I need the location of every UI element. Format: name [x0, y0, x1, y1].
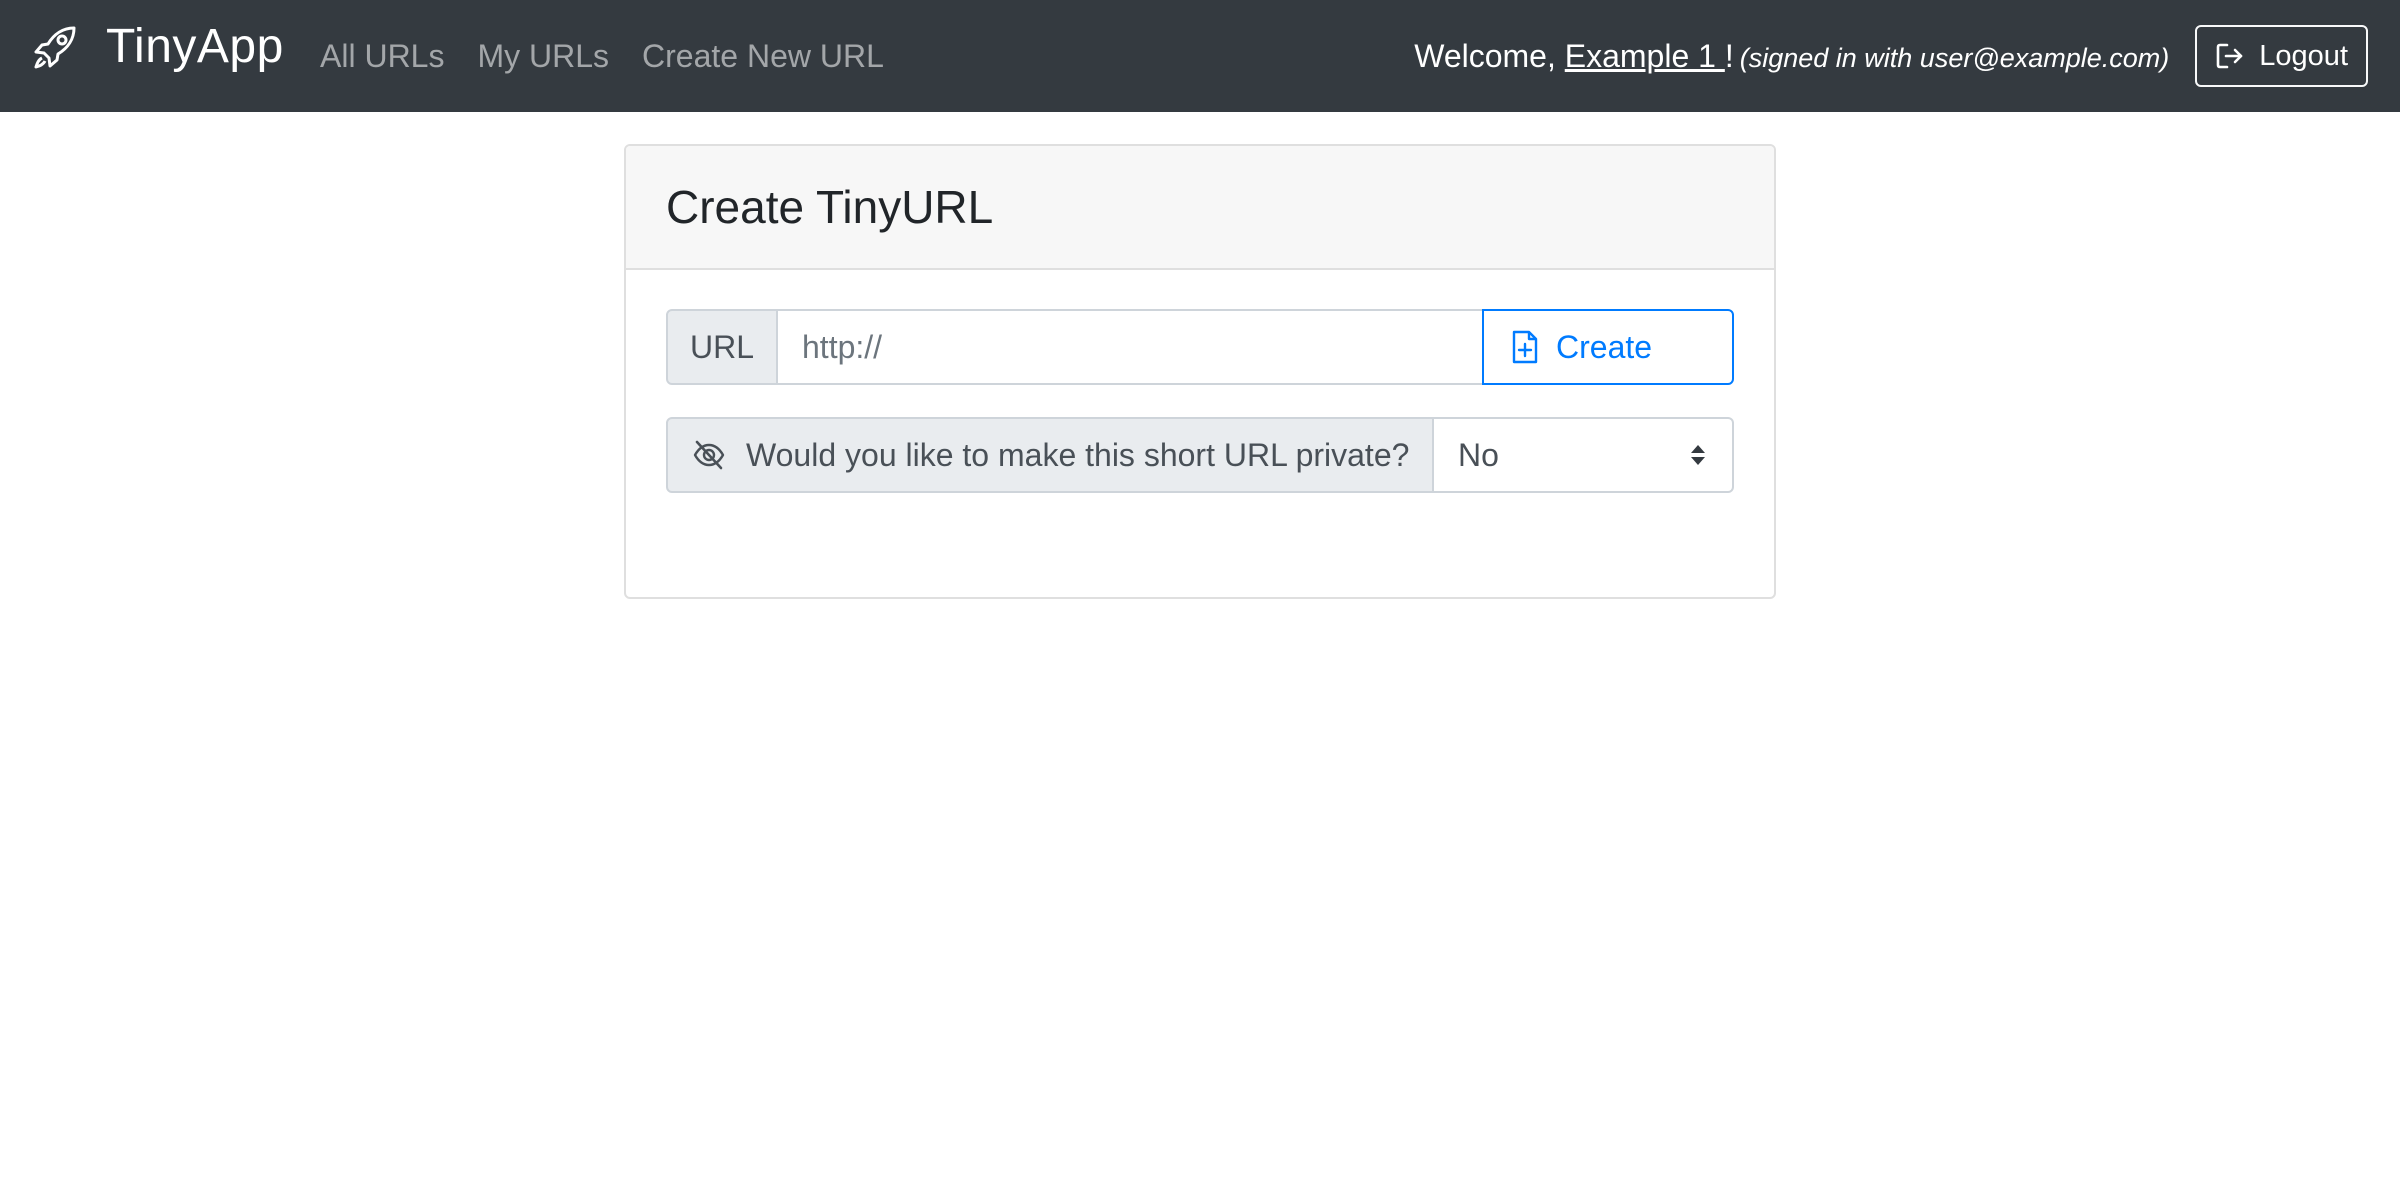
url-input[interactable]: [778, 309, 1482, 385]
private-question: Would you like to make this short URL pr…: [746, 436, 1410, 473]
sort-arrows-icon: [1691, 445, 1705, 465]
box-arrow-right-icon: [2216, 43, 2243, 69]
create-label: Create: [1556, 328, 1653, 365]
brand-link[interactable]: TinyApp: [30, 22, 284, 72]
card-body: URL Create Would you like to make this s…: [626, 270, 1774, 493]
file-plus-icon: [1512, 330, 1538, 364]
nav-links: All URLs My URLs Create New URL: [320, 0, 917, 112]
url-label: URL: [666, 309, 778, 385]
logout-button[interactable]: Logout: [2195, 25, 2368, 87]
welcome-suffix: !: [1724, 38, 1734, 74]
rocket-icon: [34, 26, 76, 69]
private-select[interactable]: No: [1434, 417, 1734, 493]
signed-in-email: (signed in with user@example.com): [1739, 43, 2170, 73]
nav-user-area: Welcome, Example 1 ! (signed in with user…: [1414, 0, 2368, 112]
welcome-text: Welcome, Example 1 ! (signed in with user…: [1414, 40, 2169, 72]
private-select-value: No: [1458, 436, 1499, 473]
private-label: Would you like to make this short URL pr…: [666, 417, 1434, 493]
create-button[interactable]: Create: [1482, 309, 1734, 385]
brand-name: TinyApp: [106, 20, 284, 73]
logout-label: Logout: [2259, 39, 2348, 72]
eye-slash-icon: [693, 440, 725, 470]
username-link[interactable]: Example 1: [1565, 38, 1725, 74]
navbar: TinyApp All URLs My URLs Create New URL …: [0, 0, 2400, 112]
nav-link-my-urls[interactable]: My URLs: [477, 40, 609, 72]
create-url-card: Create TinyURL URL Create: [624, 144, 1776, 599]
url-input-group: URL Create: [666, 309, 1734, 385]
nav-link-create-new-url[interactable]: Create New URL: [642, 40, 884, 72]
nav-link-all-urls[interactable]: All URLs: [320, 40, 444, 72]
page-title: Create TinyURL: [666, 181, 994, 233]
card-header: Create TinyURL: [626, 146, 1774, 270]
welcome-prefix: Welcome,: [1414, 38, 1565, 74]
private-input-group: Would you like to make this short URL pr…: [666, 417, 1734, 493]
